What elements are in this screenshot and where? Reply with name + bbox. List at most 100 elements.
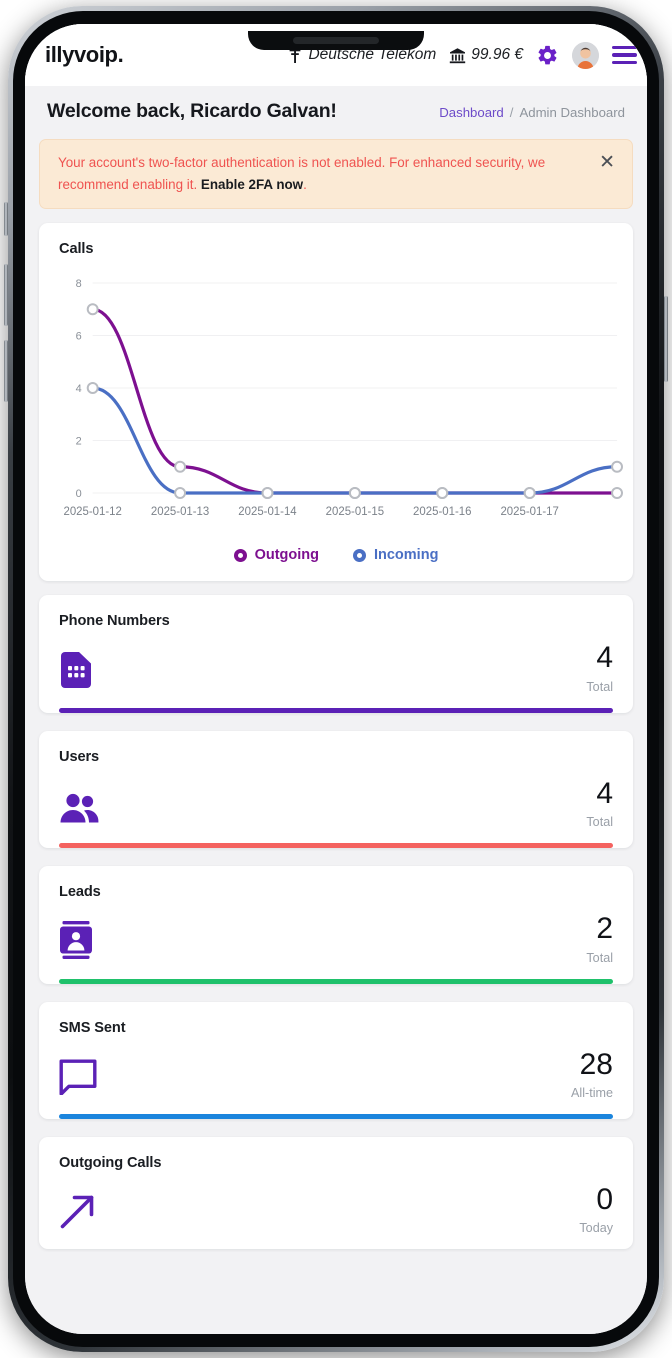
stat-card-values: 2 Total — [586, 912, 613, 965]
legend-marker-icon — [352, 548, 366, 562]
chart-point-incoming[interactable] — [174, 487, 187, 500]
stat-card-period-label: Total — [586, 950, 613, 965]
calls-line-chart[interactable]: 02468 2025-01-12 2025-01-13 2025-01-14 2025… — [47, 271, 623, 541]
stat-card-outgoing-calls[interactable]: Outgoing Calls 0 Today — [39, 1136, 633, 1250]
stat-card-values: 4 Total — [586, 778, 613, 830]
breadcrumb: Dashboard / Admin Dashboard — [439, 105, 625, 120]
phone-volume-up-button[interactable] — [4, 264, 8, 326]
chart-data-points[interactable] — [86, 303, 623, 500]
legend-marker-icon — [233, 548, 247, 562]
chart-series-line-outgoing — [91, 308, 619, 496]
breadcrumb-separator: / — [509, 105, 514, 120]
chart-y-tick-label: 4 — [76, 383, 82, 395]
phone-mockup-frame: illyvoip. Deutsche Telekom 99.96 € Welco… — [4, 6, 668, 1352]
chart-point-incoming[interactable] — [86, 382, 99, 395]
stat-card-value: 4 — [596, 641, 613, 675]
phone-notch — [248, 31, 424, 50]
brand-logo[interactable]: illyvoip. — [45, 42, 124, 68]
chart-x-tick-label: 2025-01-15 — [326, 506, 384, 518]
stat-card-period-label: Total — [586, 679, 613, 694]
stat-card-value: 0 — [596, 1182, 613, 1216]
legend-item-outgoing[interactable]: Outgoing — [233, 547, 319, 564]
alert-message: Your account's two-factor authentication… — [58, 152, 586, 195]
close-icon[interactable]: ✕ — [596, 152, 618, 172]
chart-x-tick-label: 2025-01-17 — [500, 506, 558, 518]
stat-card-title: Phone Numbers — [59, 613, 170, 630]
chart-point-incoming[interactable] — [436, 487, 449, 500]
two-factor-alert-banner: Your account's two-factor authentication… — [39, 139, 633, 210]
chart-point-outgoing[interactable] — [174, 461, 187, 474]
users-group-icon — [59, 792, 99, 829]
stat-card-value: 28 — [579, 1047, 613, 1081]
phone-screen: illyvoip. Deutsche Telekom 99.96 € Welco… — [25, 24, 647, 1334]
chart-series-lines — [91, 308, 619, 496]
chart-point-incoming[interactable] — [348, 487, 361, 500]
alert-message-period: . — [303, 176, 307, 192]
account-balance[interactable]: 99.96 € — [449, 46, 523, 64]
chart-y-axis-labels: 0 2 4 6 8 — [76, 278, 82, 500]
chart-point-outgoing[interactable] — [611, 487, 623, 500]
chart-point-incoming[interactable] — [611, 461, 623, 474]
phone-mute-switch[interactable] — [4, 202, 8, 236]
page-header-row: Welcome back, Ricardo Galvan! Dashboard … — [25, 86, 647, 133]
stat-card-values: 0 Today — [579, 1182, 613, 1235]
stat-cards-list: Phone Numbers 4 Total Users 4 Total Leads 2 T… — [25, 595, 647, 1250]
hamburger-menu-icon[interactable] — [612, 45, 637, 65]
stat-card-body: 28 All-time — [39, 1036, 633, 1114]
balance-amount: 99.96 € — [471, 46, 523, 63]
arrow-up-right-icon — [59, 1192, 97, 1235]
calls-chart-card: Calls 02468 2025-01-12 2025-01-13 2025-01-… — [39, 223, 633, 582]
hamburger-bar — [612, 60, 637, 65]
legend-label: Outgoing — [254, 547, 319, 564]
stat-card-users[interactable]: Users 4 Total — [39, 730, 633, 849]
bank-icon — [449, 47, 466, 64]
dashboard-app: illyvoip. Deutsche Telekom 99.96 € Welco… — [25, 24, 647, 1334]
stat-card-progress-bar — [59, 707, 613, 713]
chart-x-tick-label: 2025-01-14 — [238, 506, 297, 518]
phone-power-button[interactable] — [664, 296, 668, 382]
chart-y-tick-label: 0 — [76, 488, 82, 500]
gear-icon[interactable] — [536, 44, 559, 67]
chart-legend: Outgoing Incoming — [39, 547, 633, 563]
phone-bezel: illyvoip. Deutsche Telekom 99.96 € Welco… — [13, 11, 659, 1347]
stat-card-body: 0 Today — [39, 1171, 633, 1249]
stat-card-body: 4 Total — [39, 629, 633, 707]
sim-card-icon — [59, 651, 93, 694]
stat-card-leads[interactable]: Leads 2 Total — [39, 866, 633, 984]
chart-x-tick-label: 2025-01-16 — [413, 506, 471, 518]
chat-bubble-icon — [59, 1059, 97, 1100]
chart-y-tick-label: 6 — [76, 331, 82, 343]
hamburger-bar — [612, 53, 637, 57]
stat-card-title: Users — [59, 748, 100, 765]
user-avatar[interactable] — [572, 41, 599, 69]
stat-card-title: Outgoing Calls — [59, 1154, 162, 1171]
chart-x-tick-label: 2025-01-13 — [151, 506, 209, 518]
stat-card-title: SMS Sent — [59, 1019, 126, 1036]
contact-card-icon — [59, 920, 93, 965]
legend-item-incoming[interactable]: Incoming — [352, 547, 438, 563]
chart-x-tick-label: 2025-01-12 — [63, 506, 121, 518]
chart-y-tick-label: 8 — [76, 278, 82, 290]
stat-card-progress-bar — [59, 843, 613, 849]
stat-card-sms-sent[interactable]: SMS Sent 28 All-time — [39, 1001, 633, 1119]
breadcrumb-dashboard-link[interactable]: Dashboard — [439, 105, 504, 120]
stat-card-body: 4 Total — [39, 765, 633, 843]
chart-y-tick-label: 2 — [76, 436, 82, 448]
stat-card-period-label: Total — [586, 815, 613, 830]
chart-point-incoming[interactable] — [261, 487, 274, 500]
calls-chart-plot[interactable]: 02468 2025-01-12 2025-01-13 2025-01-14 2025… — [39, 257, 633, 541]
stat-card-value: 2 — [596, 912, 613, 946]
enable-2fa-link[interactable]: Enable 2FA now — [201, 177, 303, 192]
chart-point-incoming[interactable] — [523, 487, 536, 500]
chart-gridlines — [92, 282, 618, 494]
chart-point-outgoing[interactable] — [86, 303, 99, 316]
phone-volume-down-button[interactable] — [4, 340, 8, 402]
stat-card-body: 2 Total — [39, 900, 633, 978]
calls-chart-title: Calls — [59, 241, 94, 258]
page-title: Welcome back, Ricardo Galvan! — [47, 100, 337, 122]
stat-card-phone-numbers[interactable]: Phone Numbers 4 Total — [39, 595, 633, 713]
stat-card-period-label: All-time — [571, 1085, 613, 1100]
stat-card-title: Leads — [59, 884, 101, 901]
chart-x-axis-labels: 2025-01-12 2025-01-13 2025-01-14 2025-01-15… — [63, 506, 558, 518]
breadcrumb-current: Admin Dashboard — [519, 105, 625, 120]
